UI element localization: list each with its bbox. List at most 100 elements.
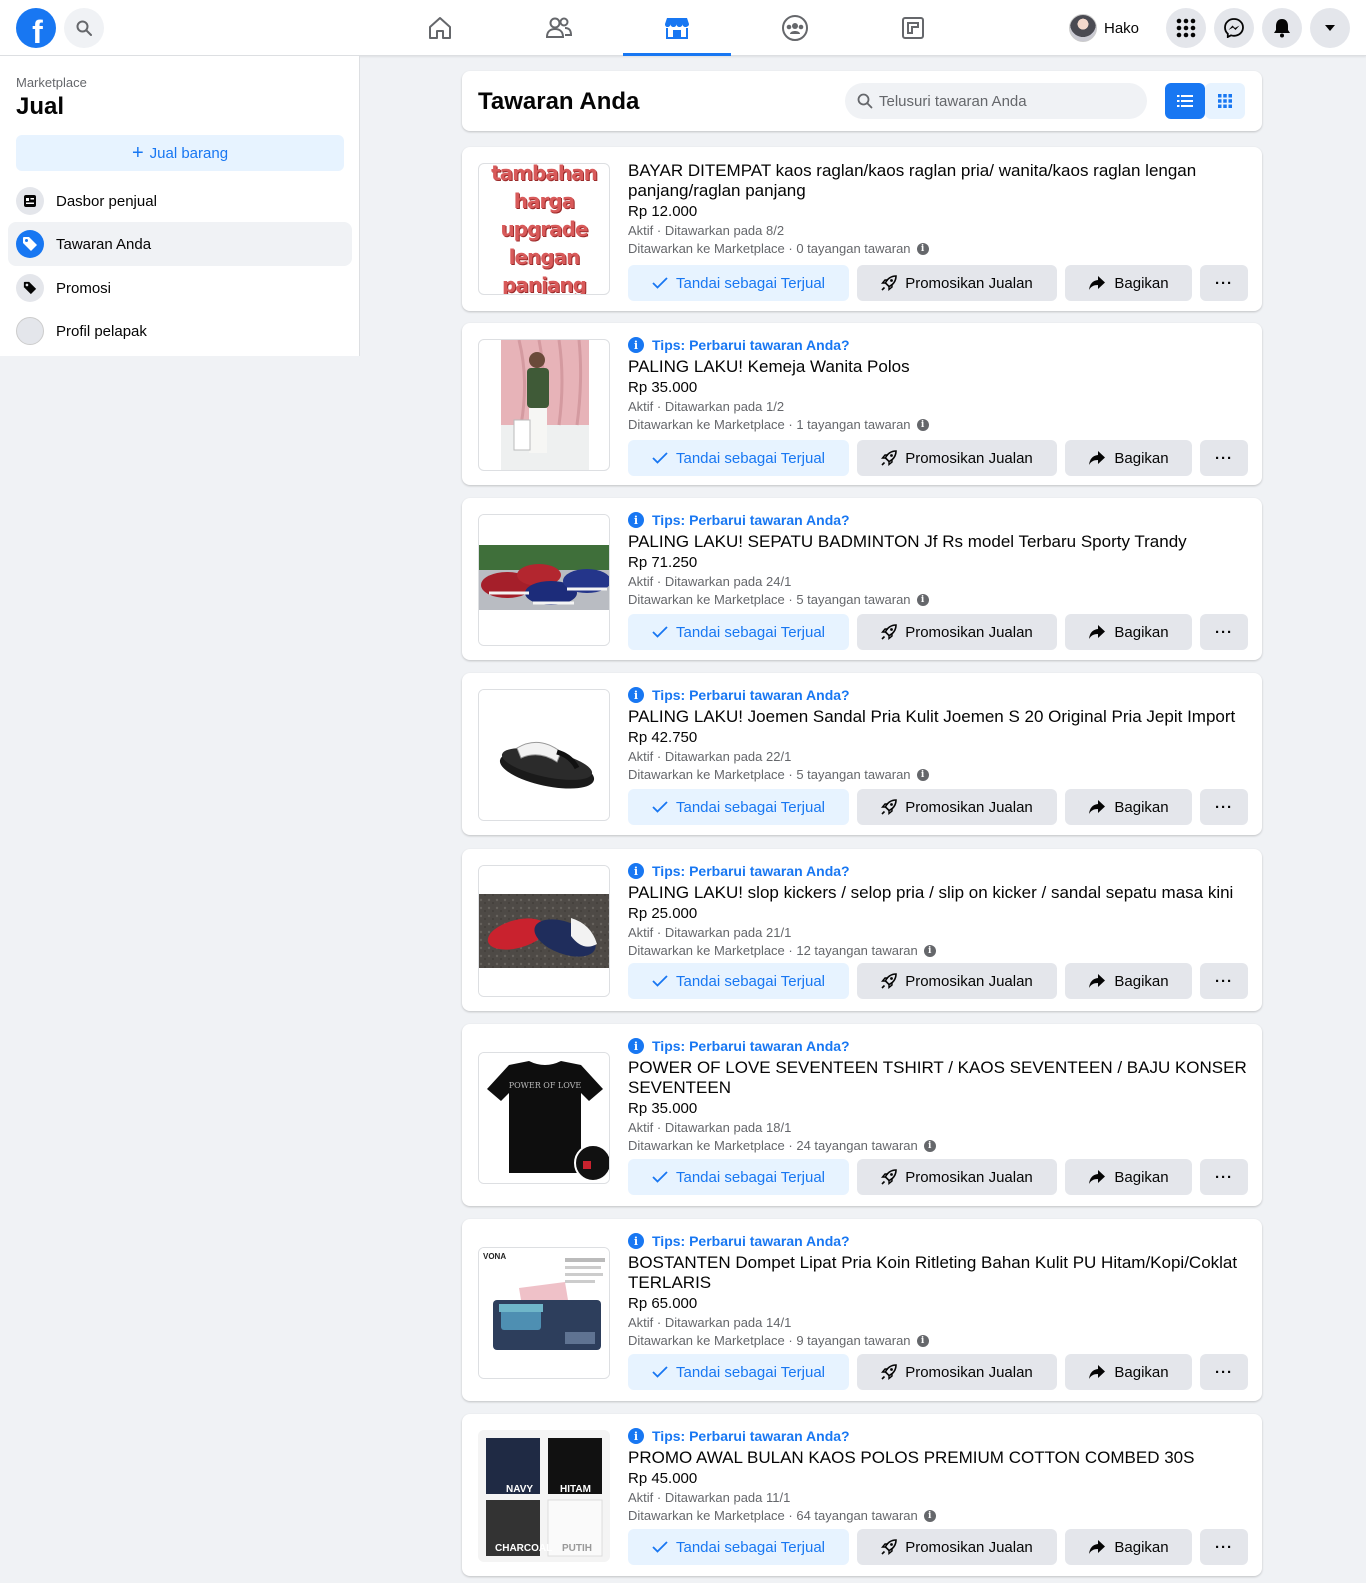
share-button[interactable]: Bagikan [1065,440,1192,476]
listing-price: Rp 42.750 [628,729,698,746]
mark-as-sold-button[interactable]: Tandai sebagai Terjual [628,789,849,825]
tab-marketplace[interactable] [623,0,731,56]
share-button[interactable]: Bagikan [1065,963,1192,999]
info-icon[interactable]: i [916,419,929,431]
more-options-button[interactable]: ··· [1200,789,1248,825]
share-arrow-icon [1089,1365,1106,1379]
sidebar-subtitle: Marketplace [16,75,87,90]
more-options-button[interactable]: ··· [1200,265,1248,301]
menu-button[interactable] [1166,8,1206,48]
listing-title[interactable]: POWER OF LOVE SEVENTEEN TSHIRT / KAOS SE… [628,1058,1248,1098]
listing-title[interactable]: BOSTANTEN Dompet Lipat Pria Koin Ritleti… [628,1253,1248,1293]
info-icon[interactable]: i [923,1510,936,1522]
mark-as-sold-button[interactable]: Tandai sebagai Terjual [628,1159,849,1195]
notifications-button[interactable] [1262,8,1302,48]
listing-views: Ditawarkan ke Marketplace · 9 tayangan t… [628,1332,1248,1350]
promote-listing-button[interactable]: Promosikan Jualan [857,1529,1057,1565]
sidebar-item-seller-profile[interactable]: Profil pelapak [8,309,352,353]
more-options-button[interactable]: ··· [1200,1354,1248,1390]
tab-groups[interactable] [741,0,849,56]
mark-as-sold-button[interactable]: Tandai sebagai Terjual [628,440,849,476]
info-icon[interactable]: i [923,1140,936,1152]
thumbnail-caption: VONA [483,1252,507,1261]
listing-title[interactable]: PALING LAKU! SEPATU BADMINTON Jf Rs mode… [628,532,1248,552]
mark-as-sold-button[interactable]: Tandai sebagai Terjual [628,265,849,301]
tab-gaming[interactable] [859,0,967,56]
promote-listing-button[interactable]: Promosikan Jualan [857,440,1057,476]
more-options-button[interactable]: ··· [1200,614,1248,650]
info-icon[interactable]: i [923,945,936,957]
share-button[interactable]: Bagikan [1065,1354,1192,1390]
listing-status-text: Aktif · Ditawarkan pada 14/1 [628,1315,792,1330]
listing-thumbnail[interactable] [478,339,610,471]
update-tip-link[interactable]: i Tips: Perbarui tawaran Anda? [628,1426,1248,1446]
sidebar-item-promotions[interactable]: Promosi [8,266,352,310]
promote-listing-button[interactable]: Promosikan Jualan [857,265,1057,301]
tab-home[interactable] [386,0,494,56]
account-menu-button[interactable] [1310,8,1350,48]
listing-thumbnail[interactable] [478,865,610,997]
sidebar-item-seller-dashboard[interactable]: Dasbor penjual [8,179,352,223]
share-button[interactable]: Bagikan [1065,1159,1192,1195]
update-tip-link[interactable]: i Tips: Perbarui tawaran Anda? [628,510,1248,530]
info-icon: i [628,687,644,703]
listing-title[interactable]: PALING LAKU! Kemeja Wanita Polos [628,357,1248,377]
share-label: Bagikan [1114,1538,1169,1556]
info-icon[interactable]: i [916,243,929,255]
listing-thumbnail[interactable] [478,689,610,821]
listing-thumbnail[interactable]: VONA [478,1247,610,1379]
search-button[interactable] [64,8,104,48]
tab-friends[interactable] [505,0,613,56]
info-icon[interactable]: i [916,594,929,606]
promote-listing-button[interactable]: Promosikan Jualan [857,1159,1057,1195]
info-icon[interactable]: i [916,769,929,781]
list-view-button[interactable] [1165,83,1205,119]
mark-as-sold-button[interactable]: Tandai sebagai Terjual [628,963,849,999]
info-icon[interactable]: i [916,1335,929,1347]
listing-thumbnail[interactable]: NAVY HITAM CHARCOAL PUTIH [478,1430,610,1562]
more-options-button[interactable]: ··· [1200,1529,1248,1565]
share-label: Bagikan [1114,1363,1169,1381]
more-options-button[interactable]: ··· [1200,1159,1248,1195]
promote-listing-button[interactable]: Promosikan Jualan [857,614,1057,650]
more-options-button[interactable]: ··· [1200,440,1248,476]
listing-thumbnail[interactable]: POWER OF LOVE [478,1052,610,1184]
update-tip-link[interactable]: i Tips: Perbarui tawaran Anda? [628,685,1248,705]
listing-title[interactable]: PALING LAKU! slop kickers / selop pria /… [628,883,1248,903]
sidebar-item-your-listings[interactable]: Tawaran Anda [8,222,352,266]
grid-view-button[interactable] [1205,83,1245,119]
mark-as-sold-button[interactable]: Tandai sebagai Terjual [628,1529,849,1565]
share-arrow-icon [1089,974,1106,988]
mark-as-sold-button[interactable]: Tandai sebagai Terjual [628,614,849,650]
share-button[interactable]: Bagikan [1065,614,1192,650]
tip-text: Tips: Perbarui tawaran Anda? [652,1233,850,1249]
share-label: Bagikan [1114,972,1169,990]
search-listings-input[interactable] [879,92,1129,110]
listing-title[interactable]: PALING LAKU! Joemen Sandal Pria Kulit Jo… [628,707,1248,727]
update-tip-link[interactable]: i Tips: Perbarui tawaran Anda? [628,1231,1248,1251]
listing-title[interactable]: BAYAR DITEMPAT kaos raglan/kaos raglan p… [628,161,1248,201]
more-options-icon: ··· [1215,623,1233,641]
mark-as-sold-button[interactable]: Tandai sebagai Terjual [628,1354,849,1390]
listing-thumbnail[interactable]: tambahan harga upgrade lengan panjang [478,163,610,295]
share-label: Bagikan [1114,274,1169,292]
more-options-button[interactable]: ··· [1200,963,1248,999]
share-button[interactable]: Bagikan [1065,265,1192,301]
share-button[interactable]: Bagikan [1065,789,1192,825]
promote-listing-button[interactable]: Promosikan Jualan [857,1354,1057,1390]
update-tip-link[interactable]: i Tips: Perbarui tawaran Anda? [628,861,1248,881]
messenger-button[interactable] [1214,8,1254,48]
facebook-logo-icon[interactable]: f [16,8,56,50]
listing-title[interactable]: PROMO AWAL BULAN KAOS POLOS PREMIUM COTT… [628,1448,1248,1468]
listing-status: Aktif · Ditawarkan pada 24/1 [628,573,1248,591]
update-tip-link[interactable]: i Tips: Perbarui tawaran Anda? [628,1036,1248,1056]
tip-text: Tips: Perbarui tawaran Anda? [652,337,850,353]
sell-item-button[interactable]: + Jual barang [16,135,344,171]
promote-listing-button[interactable]: Promosikan Jualan [857,963,1057,999]
share-button[interactable]: Bagikan [1065,1529,1192,1565]
search-listings[interactable] [845,83,1147,119]
profile-shortcut[interactable]: Hako [1069,12,1139,44]
promote-listing-button[interactable]: Promosikan Jualan [857,789,1057,825]
update-tip-link[interactable]: i Tips: Perbarui tawaran Anda? [628,335,1248,355]
listing-thumbnail[interactable] [478,514,610,646]
